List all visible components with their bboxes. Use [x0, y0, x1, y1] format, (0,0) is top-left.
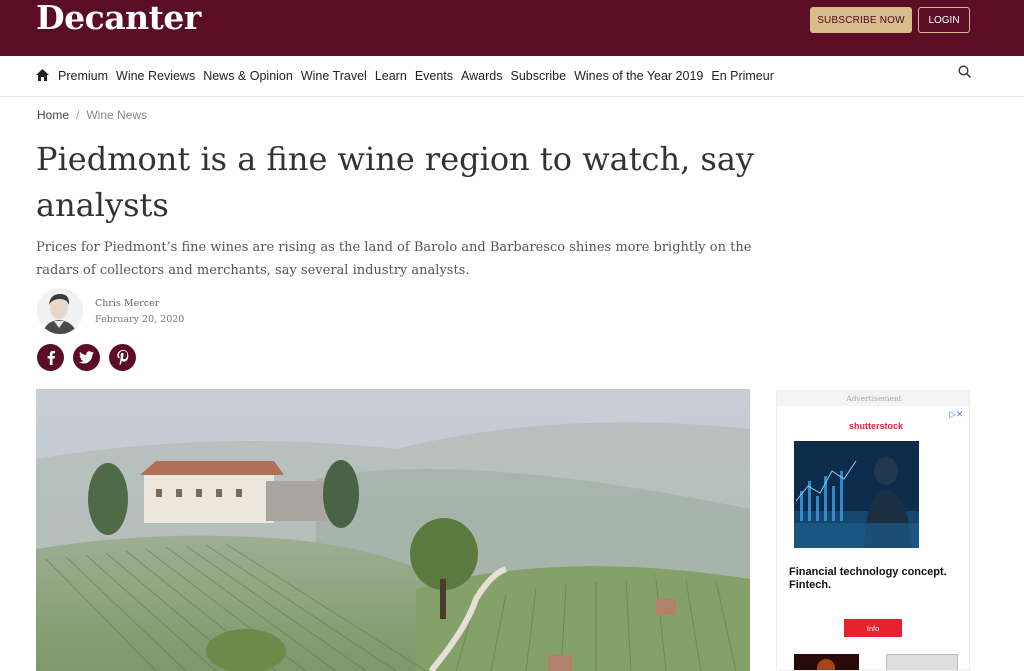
ad-thumbnail-2[interactable] — [886, 654, 958, 670]
facebook-icon — [47, 350, 55, 365]
nav-item-wines-of-the-year[interactable]: Wines of the Year 2019 — [574, 69, 703, 83]
nav-item-learn[interactable]: Learn — [375, 69, 407, 83]
ad-info-button[interactable]: Info — [844, 619, 902, 637]
article-hero-image — [36, 389, 750, 671]
ad-thumbnail-1[interactable] — [794, 654, 859, 670]
nav-item-events[interactable]: Events — [415, 69, 453, 83]
nav-item-awards[interactable]: Awards — [461, 69, 502, 83]
author-avatar[interactable] — [37, 288, 83, 334]
breadcrumb-separator: / — [76, 108, 80, 122]
nav-item-premium[interactable]: Premium — [58, 69, 108, 83]
author-name[interactable]: Chris Mercer — [95, 298, 159, 309]
nav-item-subscribe[interactable]: Subscribe — [511, 69, 567, 83]
subscribe-now-button[interactable]: SUBSCRIBE NOW — [810, 7, 912, 33]
nav-item-wine-travel[interactable]: Wine Travel — [301, 69, 367, 83]
nav-item-wine-reviews[interactable]: Wine Reviews — [116, 69, 195, 83]
breadcrumb-current[interactable]: Wine News — [86, 108, 147, 122]
ad-image[interactable] — [794, 441, 919, 548]
nav-items: Premium Wine Reviews News & Opinion Wine… — [58, 56, 782, 96]
article-subtitle: Prices for Piedmont’s fine wines are ris… — [36, 240, 752, 278]
nav-item-news-opinion[interactable]: News & Opinion — [203, 69, 293, 83]
pinterest-icon — [116, 350, 128, 365]
main-navigation: Premium Wine Reviews News & Opinion Wine… — [0, 56, 1024, 97]
article-title: Piedmont is a fine wine region to watch,… — [36, 140, 754, 224]
ad-choices-icon[interactable]: ▷✕ — [949, 409, 963, 420]
top-bar: Decanter SUBSCRIBE NOW LOGIN — [0, 0, 1024, 56]
ad-label: Advertisement — [777, 391, 969, 406]
ad-headline[interactable]: Financial technology concept. Fintech. — [789, 566, 964, 592]
advertisement[interactable]: Advertisement ▷✕ shutterstock Financial … — [776, 390, 970, 671]
search-icon[interactable] — [958, 65, 972, 79]
facebook-share-button[interactable] — [37, 344, 64, 371]
twitter-share-button[interactable] — [73, 344, 100, 371]
breadcrumb: Home / Wine News — [37, 108, 147, 122]
breadcrumb-home[interactable]: Home — [37, 108, 69, 122]
home-icon[interactable] — [36, 69, 49, 81]
decanter-logo[interactable]: Decanter — [36, 0, 201, 36]
twitter-icon — [79, 351, 94, 364]
ad-brand[interactable]: shutterstock — [849, 421, 903, 431]
login-button[interactable]: LOGIN — [918, 7, 970, 33]
nav-item-en-primeur[interactable]: En Primeur — [711, 69, 774, 83]
pinterest-share-button[interactable] — [109, 344, 136, 371]
publish-date: February 20, 2020 — [95, 314, 185, 325]
